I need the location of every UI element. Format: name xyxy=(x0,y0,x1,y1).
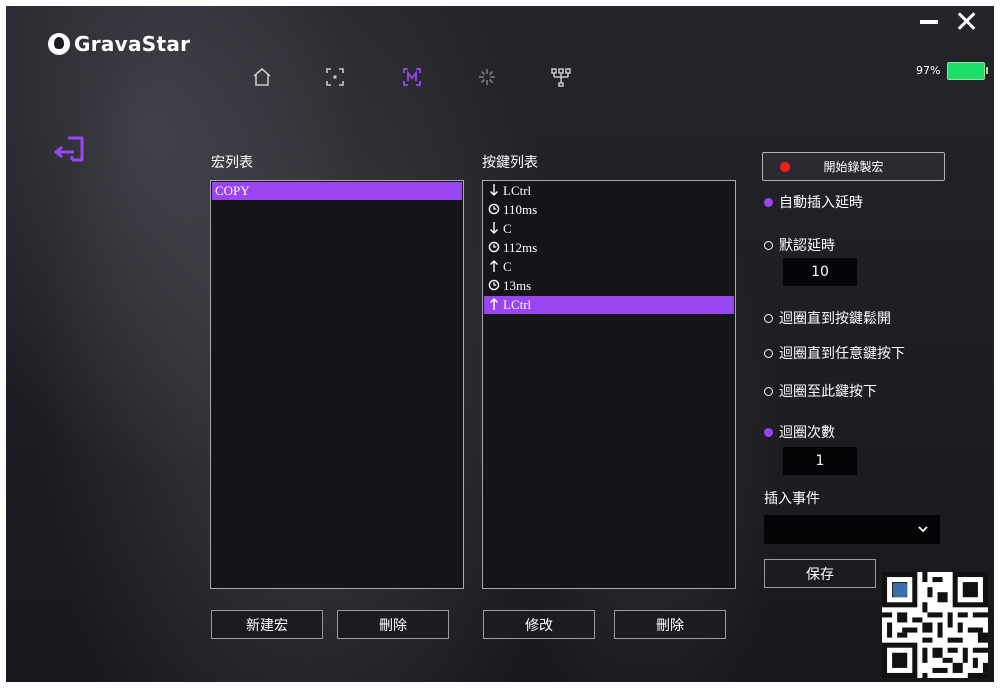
loop-until-this-option[interactable]: 迴圈至此鍵按下 xyxy=(764,381,877,401)
loop-until-release-option[interactable]: 迴圈直到按鍵鬆開 xyxy=(764,308,891,328)
arrow-up-icon xyxy=(487,259,501,276)
modify-key-button[interactable]: 修改 xyxy=(483,610,595,639)
qr-logo-icon xyxy=(893,583,907,597)
default-delay-input[interactable]: 10 xyxy=(783,258,857,286)
key-list-item-label: 112ms xyxy=(503,240,538,255)
auto-delay-option[interactable]: 自動插入延時 xyxy=(764,192,863,212)
loop-count-option[interactable]: 迴圈次數 xyxy=(764,422,835,442)
loop-until-any-option[interactable]: 迴圈直到任意鍵按下 xyxy=(764,343,905,363)
macro-list-item[interactable]: COPY xyxy=(212,182,462,200)
key-list-item[interactable]: 110ms xyxy=(484,201,734,219)
loop-until-release-radio[interactable] xyxy=(764,313,773,323)
key-list-item[interactable]: C xyxy=(484,220,734,238)
loop-until-this-radio[interactable] xyxy=(764,386,773,396)
key-list-item[interactable]: LCtrl xyxy=(484,296,734,314)
arrow-down-icon xyxy=(487,221,501,238)
macro-icon[interactable] xyxy=(401,66,423,88)
app-logo: GravaStar xyxy=(48,32,190,56)
default-delay-label: 默認延時 xyxy=(779,238,835,254)
macro-listbox[interactable]: COPY xyxy=(210,180,464,589)
record-dot-icon xyxy=(780,162,790,172)
battery-percent: 97% xyxy=(916,64,941,77)
loop-until-release-label: 迴圈直到按鍵鬆開 xyxy=(779,311,891,327)
loop-until-this-label: 迴圈至此鍵按下 xyxy=(779,384,877,400)
key-list-item-label: LCtrl xyxy=(503,297,532,312)
arrow-up-icon xyxy=(487,297,501,314)
app-name: GravaStar xyxy=(74,32,191,56)
lighting-icon[interactable] xyxy=(476,66,498,88)
key-list-item[interactable]: 112ms xyxy=(484,239,734,257)
auto-delay-label: 自動插入延時 xyxy=(779,195,863,211)
loop-until-any-label: 迴圈直到任意鍵按下 xyxy=(779,346,905,362)
save-button[interactable]: 保存 xyxy=(764,559,876,588)
loop-count-radio[interactable] xyxy=(764,427,773,437)
app-window: GravaStar ✕ 97% 宏列表 COPY 按鍵列表 LCtrl 110m… xyxy=(6,6,994,682)
default-delay-option[interactable]: 默認延時 xyxy=(764,235,835,255)
clock-icon xyxy=(487,241,501,256)
arrow-down-icon xyxy=(487,183,501,200)
key-list-item-label: 110ms xyxy=(503,202,538,217)
battery-icon xyxy=(947,62,988,80)
auto-delay-radio[interactable] xyxy=(764,197,773,207)
frame-icon[interactable] xyxy=(324,66,346,88)
minimize-icon[interactable] xyxy=(920,20,938,24)
key-list-item-label: 13ms xyxy=(503,278,532,293)
key-listbox[interactable]: LCtrl 110ms C 112ms C 13ms LCtrl xyxy=(482,180,736,589)
insert-event-dropdown[interactable] xyxy=(764,515,940,544)
key-list-item-label: C xyxy=(503,259,512,274)
close-icon[interactable]: ✕ xyxy=(954,8,979,38)
chevron-down-icon xyxy=(918,526,928,533)
macro-list-label: 宏列表 xyxy=(211,155,253,171)
key-list-item[interactable]: C xyxy=(484,258,734,276)
new-macro-button[interactable]: 新建宏 xyxy=(211,610,323,639)
key-list-item[interactable]: LCtrl xyxy=(484,182,734,200)
start-record-button[interactable]: 開始錄製宏 xyxy=(762,152,945,181)
network-icon[interactable] xyxy=(550,66,572,88)
key-list-item-label: C xyxy=(503,221,512,236)
loop-until-any-radio[interactable] xyxy=(764,348,773,358)
clock-icon xyxy=(487,203,501,218)
loop-count-label: 迴圈次數 xyxy=(779,425,835,441)
default-delay-radio[interactable] xyxy=(764,240,773,250)
insert-event-label: 插入事件 xyxy=(764,491,820,507)
delete-key-button[interactable]: 刪除 xyxy=(614,610,726,639)
logo-mark-icon xyxy=(48,33,70,55)
delete-macro-button[interactable]: 刪除 xyxy=(337,610,449,639)
key-list-label: 按鍵列表 xyxy=(482,155,538,171)
macro-list-item-label: COPY xyxy=(215,183,250,198)
loop-count-input[interactable]: 1 xyxy=(783,447,857,475)
back-icon[interactable] xyxy=(52,134,88,166)
key-list-item-label: LCtrl xyxy=(503,183,532,198)
key-list-item[interactable]: 13ms xyxy=(484,277,734,295)
clock-icon xyxy=(487,279,501,294)
home-icon[interactable] xyxy=(251,66,273,88)
start-record-label: 開始錄製宏 xyxy=(823,160,884,174)
